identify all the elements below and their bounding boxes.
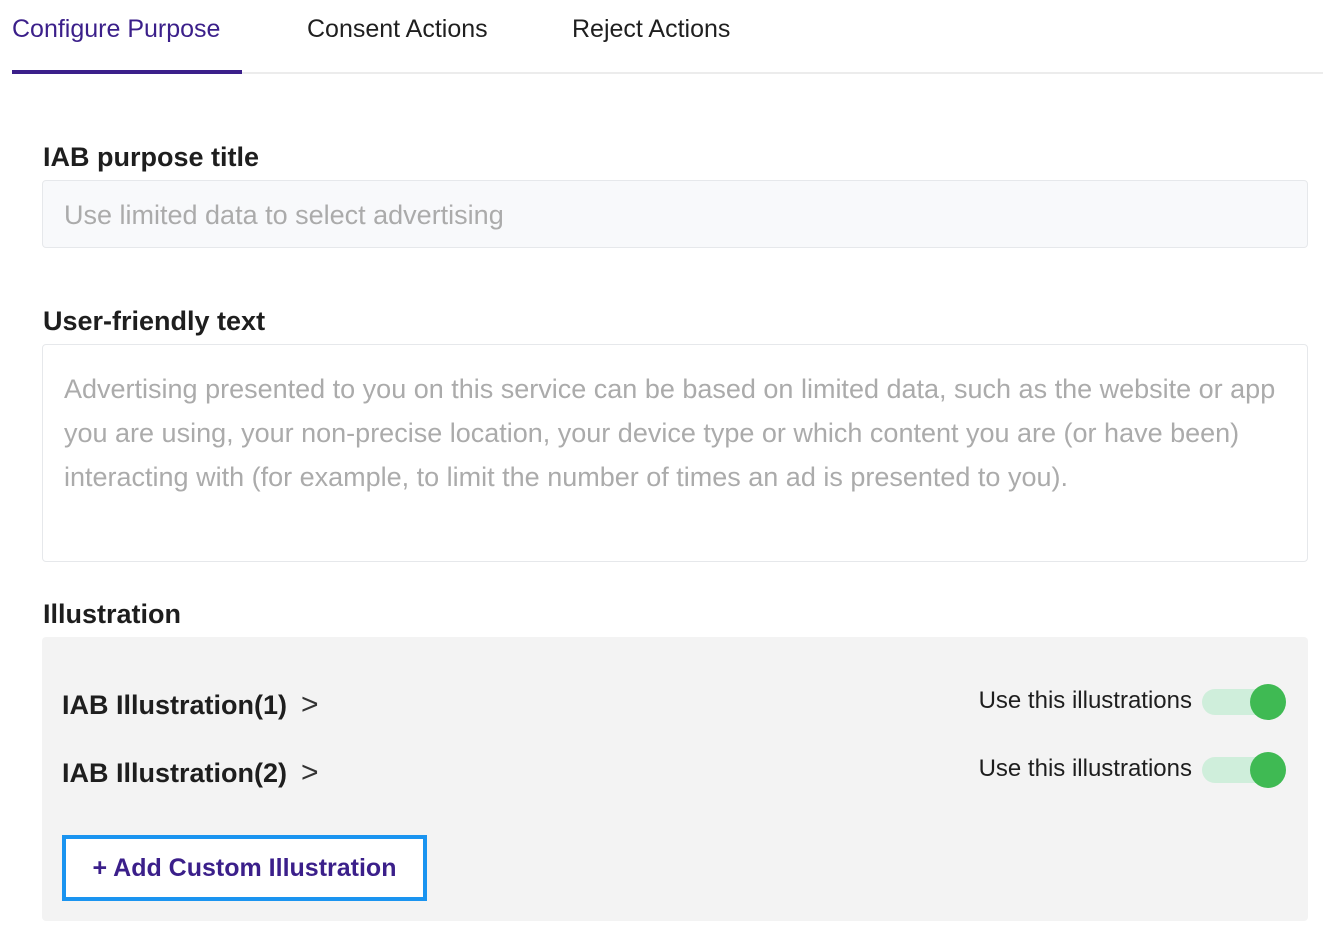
illustration-panel: IAB Illustration(1) > Use this illustrati… bbox=[42, 637, 1308, 921]
user-friendly-text-label: User-friendly text bbox=[43, 306, 266, 336]
tab-reject-actions[interactable]: Reject Actions bbox=[572, 0, 762, 74]
illustration-row: IAB Illustration(1) > Use this illustrati… bbox=[62, 684, 1288, 725]
chevron-right-icon: > bbox=[301, 688, 319, 721]
illustration-label: Illustration bbox=[43, 599, 182, 629]
illustration-name: IAB Illustration(1) bbox=[62, 690, 288, 720]
illustration-row: IAB Illustration(2) > Use this illustrati… bbox=[62, 752, 1288, 793]
illustration-link[interactable]: IAB Illustration(2) > bbox=[62, 753, 319, 793]
iab-purpose-title-input[interactable]: Use limited data to select advertising bbox=[42, 180, 1308, 248]
toggle-knob bbox=[1250, 684, 1286, 720]
use-illustration-label: Use this illustrations bbox=[978, 687, 1192, 714]
illustration-link[interactable]: IAB Illustration(1) > bbox=[62, 685, 319, 725]
tab-consent-actions[interactable]: Consent Actions bbox=[307, 0, 517, 74]
iab-purpose-title-label: IAB purpose title bbox=[43, 142, 260, 172]
use-illustration-label: Use this illustrations bbox=[978, 755, 1192, 782]
chevron-right-icon: > bbox=[301, 756, 319, 789]
toggle-knob bbox=[1250, 752, 1286, 788]
use-illustration-toggle[interactable] bbox=[1202, 684, 1286, 720]
tab-bar: Configure Purpose Consent Actions Reject… bbox=[12, 0, 1323, 74]
add-custom-illustration-button[interactable]: + Add Custom Illustration bbox=[62, 835, 427, 901]
user-friendly-text-textarea[interactable]: Advertising presented to you on this ser… bbox=[42, 344, 1308, 562]
use-illustration-toggle[interactable] bbox=[1202, 752, 1286, 788]
illustration-name: IAB Illustration(2) bbox=[62, 758, 288, 788]
tab-configure-purpose[interactable]: Configure Purpose bbox=[12, 0, 242, 74]
